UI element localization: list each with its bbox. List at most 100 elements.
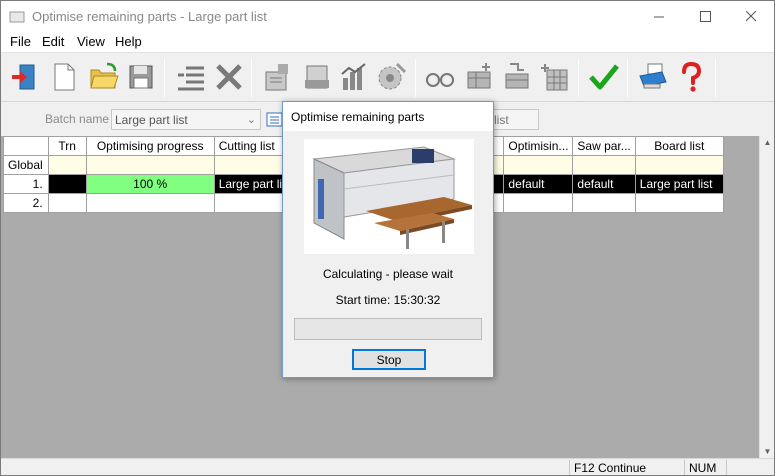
minimize-icon: [653, 16, 664, 18]
edit-parts-icon: [505, 63, 529, 89]
grid-button[interactable]: [538, 58, 574, 96]
row-header[interactable]: 1.: [3, 174, 49, 194]
close-button[interactable]: [728, 1, 774, 32]
column-header[interactable]: Optimising progress: [85, 136, 215, 156]
list-combo[interactable]: list: [490, 109, 539, 130]
batch-list-icon[interactable]: [266, 111, 283, 128]
exit-button[interactable]: [7, 58, 43, 96]
report-button[interactable]: [259, 58, 295, 96]
toolbar-separator: [578, 59, 579, 97]
column-header[interactable]: Trn: [47, 136, 87, 156]
save-icon: [129, 65, 153, 89]
check-icon: [589, 64, 619, 90]
find-icon: [426, 73, 454, 87]
printer-icon: [639, 63, 667, 89]
batch-name-label: Batch name: [45, 112, 110, 126]
column-header[interactable]: Saw par...: [572, 136, 636, 156]
open-icon: [90, 62, 119, 89]
title-bar: Optimise remaining parts - Large part li…: [1, 1, 774, 32]
table-cell[interactable]: [634, 155, 724, 175]
calculating-text: Calculating - please wait: [322, 267, 454, 281]
add-parts-button[interactable]: [461, 58, 497, 96]
maximize-button[interactable]: [682, 1, 728, 32]
toolbar-separator: [164, 59, 165, 97]
table-cell[interactable]: [47, 193, 87, 213]
table-cell[interactable]: [47, 174, 87, 194]
chart-button[interactable]: [336, 58, 372, 96]
maximize-icon: [699, 11, 711, 22]
column-header[interactable]: Optimisin...: [503, 136, 574, 156]
close-icon: [745, 11, 756, 22]
print-button[interactable]: [635, 58, 671, 96]
table-cell[interactable]: [634, 193, 724, 213]
saw-button[interactable]: [374, 58, 410, 96]
table-cell[interactable]: [572, 155, 636, 175]
menu-file[interactable]: File: [10, 34, 31, 49]
table-cell[interactable]: [503, 155, 574, 175]
scroll-up-icon[interactable]: ▲: [760, 138, 774, 147]
help-button[interactable]: [673, 58, 709, 96]
window-title: Optimise remaining parts - Large part li…: [32, 9, 267, 24]
toolbar-separator: [715, 59, 716, 97]
delete-icon: [216, 64, 242, 90]
new-icon: [54, 63, 75, 91]
batch-name-combo[interactable]: Large part list ⌄: [111, 109, 261, 130]
table-cell[interactable]: [503, 193, 574, 213]
table-cell[interactable]: default: [572, 174, 636, 194]
column-header[interactable]: Board list: [634, 136, 724, 156]
status-bar: F12 Continue NUM: [1, 458, 774, 475]
panel-saw-illustration: [304, 139, 474, 254]
stop-button[interactable]: Stop: [352, 349, 426, 370]
find-button[interactable]: [422, 58, 458, 96]
optimise-progress-bar: [294, 318, 482, 340]
table-cell[interactable]: default: [503, 174, 574, 194]
optimise-dialog: Optimise remaining parts Calculating - p…: [282, 101, 494, 378]
main-window: Optimise remaining parts - Large part li…: [0, 0, 775, 476]
grid-icon: [541, 64, 568, 91]
dialog-title: Optimise remaining parts: [283, 102, 493, 131]
table-cell[interactable]: [572, 193, 636, 213]
print-preview-button[interactable]: [298, 58, 334, 96]
table-cell[interactable]: [85, 193, 215, 213]
status-continue: F12 Continue: [569, 460, 684, 475]
row-header[interactable]: Global: [3, 155, 49, 175]
new-button[interactable]: [46, 58, 82, 96]
open-button[interactable]: [86, 58, 122, 96]
table-cell[interactable]: [47, 155, 87, 175]
toolbar: [1, 52, 774, 102]
help-icon: [682, 61, 702, 92]
confirm-button[interactable]: [586, 58, 622, 96]
corner-header: [3, 136, 49, 156]
toolbar-separator: [627, 59, 628, 97]
save-button[interactable]: [123, 58, 159, 96]
delete-button[interactable]: [211, 58, 247, 96]
saw-icon: [378, 62, 407, 90]
menu-help[interactable]: Help: [115, 34, 142, 49]
menu-view[interactable]: View: [77, 34, 105, 49]
report-icon: [265, 64, 288, 91]
chevron-down-icon: ⌄: [246, 114, 256, 126]
progress-cell[interactable]: 100 %: [85, 174, 215, 194]
list-button[interactable]: [173, 58, 209, 96]
table-cell[interactable]: Large part list: [634, 174, 724, 194]
table-cell[interactable]: [85, 155, 215, 175]
toolbar-separator: [415, 59, 416, 97]
scroll-down-icon[interactable]: ▼: [760, 447, 774, 456]
batch-name-value: Large part list: [115, 113, 188, 127]
list-icon: [178, 66, 204, 91]
menu-bar: File Edit View Help: [1, 32, 774, 52]
edit-parts-button[interactable]: [499, 58, 535, 96]
row-header[interactable]: 2.: [3, 193, 49, 213]
chart-icon: [341, 63, 366, 90]
vertical-scrollbar[interactable]: ▲ ▼: [759, 136, 774, 458]
machine-image: [304, 139, 474, 254]
status-empty: [726, 460, 774, 475]
menu-edit[interactable]: Edit: [42, 34, 64, 49]
toolbar-separator: [251, 59, 252, 97]
minimize-button[interactable]: [636, 1, 682, 32]
print-preview-icon: [305, 65, 329, 89]
add-parts-icon: [467, 63, 491, 89]
list-combo-value: list: [494, 113, 509, 127]
app-icon: [9, 11, 25, 23]
start-time-text: Start time: 15:30:32: [335, 293, 441, 307]
